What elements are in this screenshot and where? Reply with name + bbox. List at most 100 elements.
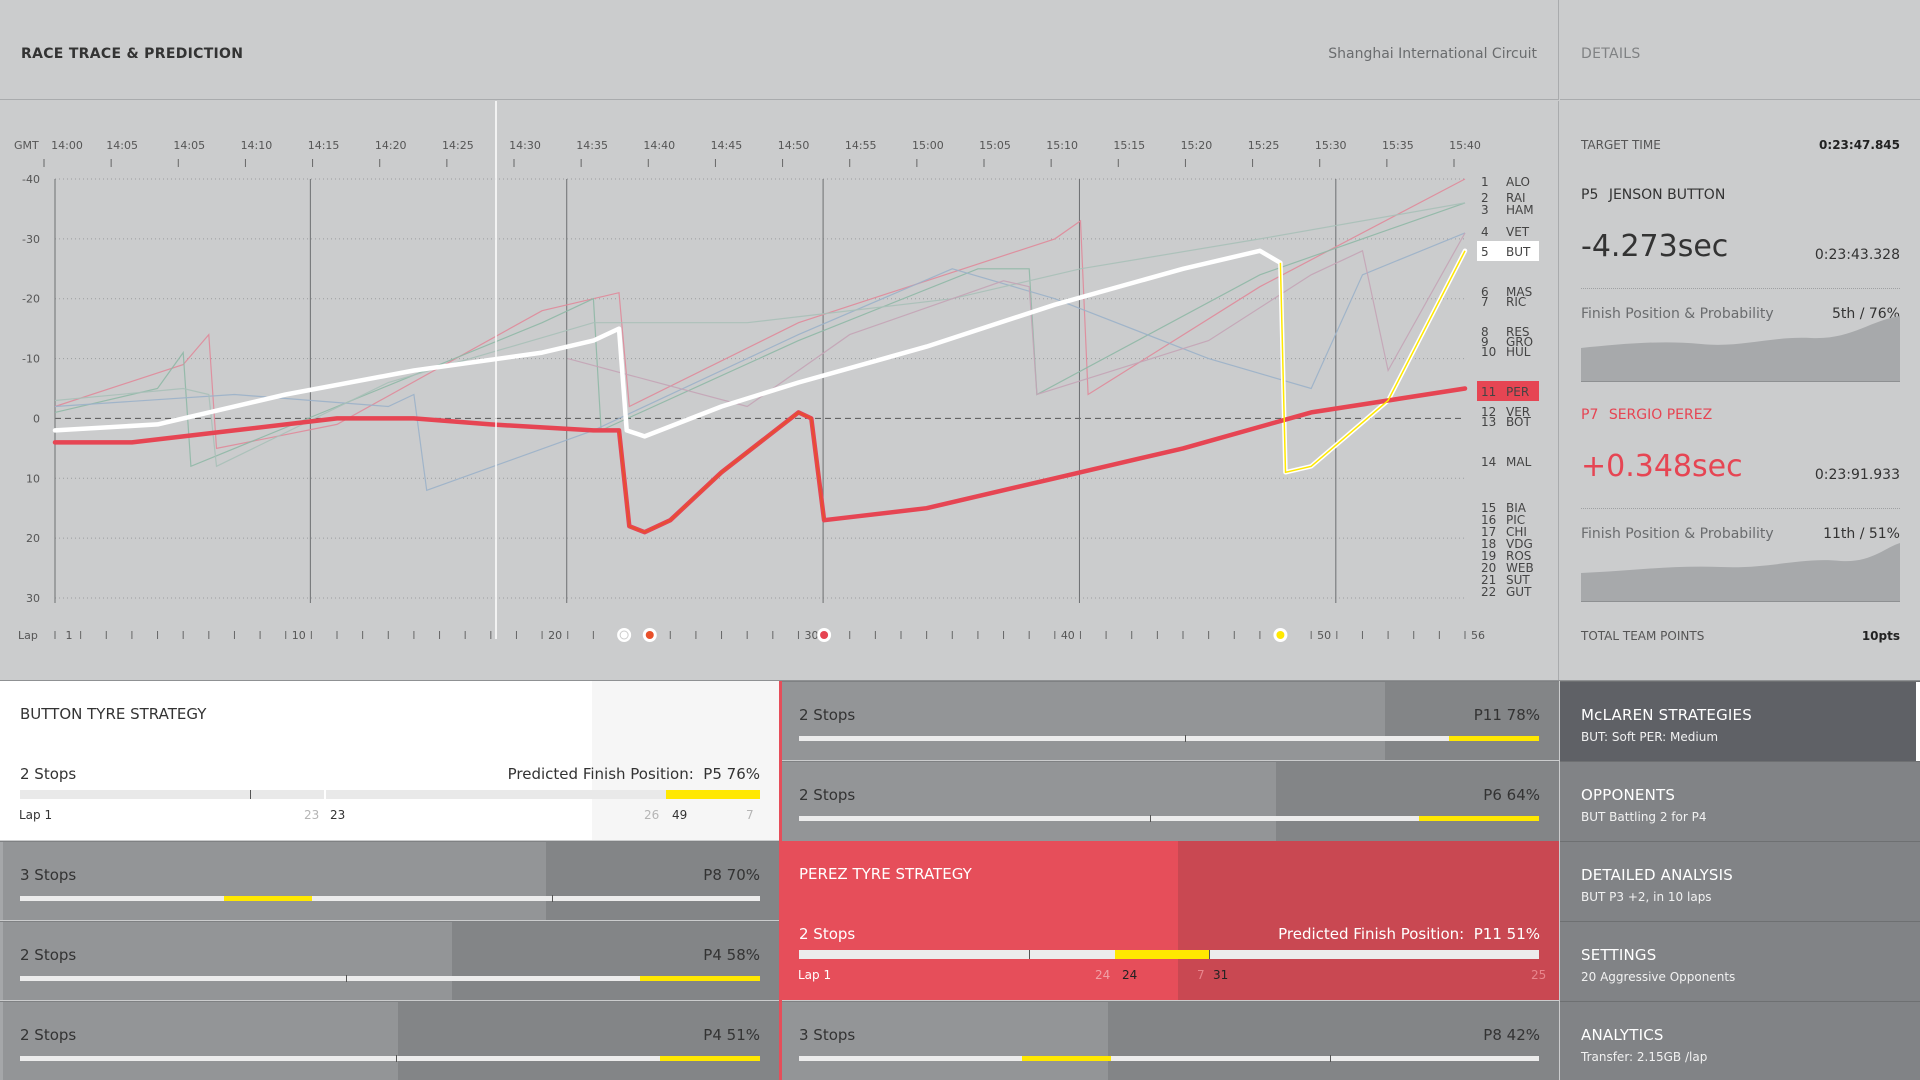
predicted-value: P5 76% (703, 765, 760, 783)
nav-subtitle: BUT P3 +2, in 10 laps (1581, 890, 1712, 904)
driver2-time: 0:23:91.933 (1814, 467, 1900, 483)
time-tick-label: 15:00 (912, 139, 944, 152)
legend-driver[interactable]: HAM (1506, 203, 1534, 217)
race-trace-chart[interactable]: -40 -30 -20 -10 0 10 20 30 GMT 14:00 14:05 14:05 14:… (0, 101, 1559, 680)
time-tick-label: 15:30 (1315, 139, 1347, 152)
legend-driver[interactable]: ALO (1506, 175, 1530, 189)
legend-driver[interactable]: GUT (1506, 585, 1532, 599)
pit-stop-marker-dot (619, 630, 629, 640)
strategy-option-right[interactable]: 2 Stops P11 78% (779, 681, 1559, 760)
legend-driver[interactable]: BUT (1506, 245, 1531, 259)
lap-tick-label: 1 (66, 629, 73, 642)
lap-tick-label: 50 (1317, 629, 1331, 642)
lap-axis-label: Lap (18, 629, 38, 642)
stint-marker: 25 (1531, 968, 1547, 982)
race-trace-svg[interactable]: -40 -30 -20 -10 0 10 20 30 GMT 14:00 14:05 14:05 14:… (0, 101, 1558, 680)
opponent-trace (54, 178, 1466, 450)
legend-position: 14 (1481, 455, 1496, 469)
time-tick-label: 15:15 (1113, 139, 1145, 152)
button-strategy-bar[interactable] (20, 790, 760, 799)
strategy-option-right[interactable]: 2 Stops P6 64% (779, 761, 1559, 841)
predicted-label: Predicted Finish Position: (1278, 925, 1465, 943)
stint-marker: 23 (330, 808, 346, 822)
legend-driver[interactable]: RIC (1506, 295, 1526, 309)
nav-title: DETAILED ANALYSIS (1581, 866, 1734, 884)
page-title: RACE TRACE & PREDICTION (21, 46, 244, 62)
y-tick-label: -10 (22, 353, 40, 366)
legend-driver[interactable]: PER (1506, 385, 1529, 399)
legend-position: 10 (1481, 345, 1496, 359)
nav-item-settings[interactable]: SETTINGS 20 Aggressive Opponents (1560, 921, 1920, 1001)
lap-tick-label: 40 (1061, 629, 1075, 642)
stint-marker: 7 (746, 808, 754, 822)
strategy-option-left[interactable]: 2 Stops P4 58% (0, 921, 779, 1000)
pit-stop-marker-dot (1276, 631, 1285, 639)
result-label: P4 58% (703, 946, 760, 964)
soft-tyre-segment (1449, 736, 1539, 741)
time-tick-label: 14:40 (643, 139, 675, 152)
stint-marker: 23 (304, 808, 320, 822)
strategy-option-left[interactable]: 2 Stops P4 51% (0, 1001, 779, 1080)
pit-stop-marker-dot (820, 631, 829, 639)
button-strategy-panel[interactable]: BUTTON TYRE STRATEGY 2 Stops Predicted F… (0, 681, 779, 840)
legend-position: 7 (1481, 295, 1489, 309)
nav-subtitle: BUT: Soft PER: Medium (1581, 730, 1719, 744)
y-tick-label: -40 (22, 173, 40, 186)
legend-position: 5 (1481, 245, 1489, 259)
stops-label: 2 Stops (20, 946, 77, 964)
result-label: P4 51% (703, 1026, 760, 1044)
driver1-time: 0:23:43.328 (1814, 247, 1900, 263)
team-points-label: TOTAL TEAM POINTS (1581, 629, 1705, 643)
divider (779, 681, 782, 1080)
perez-strategy-panel[interactable]: PEREZ TYRE STRATEGY 2 Stops Predicted Fi… (779, 841, 1559, 1000)
legend-driver[interactable]: MAL (1506, 455, 1532, 469)
nav-title: McLAREN STRATEGIES (1581, 706, 1752, 724)
strategy-bar (799, 815, 1539, 822)
driver1-heading[interactable]: P5 JENSON BUTTON (1581, 187, 1900, 203)
nav-item-detailed-analysis[interactable]: DETAILED ANALYSIS BUT P3 +2, in 10 laps (1560, 841, 1920, 921)
stint-marker: 24 (1095, 968, 1111, 982)
nav-subtitle: BUT Battling 2 for P4 (1581, 810, 1707, 824)
app-root: RACE TRACE & PREDICTION Shanghai Interna… (0, 0, 1920, 1080)
time-tick-label: 15:10 (1046, 139, 1078, 152)
perez-strategy-bar[interactable] (799, 950, 1539, 959)
opponent-trace (54, 232, 1466, 492)
legend-position: 11 (1481, 385, 1496, 399)
strategy-option-right[interactable]: 3 Stops P8 42% (779, 1001, 1559, 1080)
driver2-probability-chart (1581, 543, 1900, 602)
nav-title: OPPONENTS (1581, 786, 1676, 804)
lap-start-label: Lap 1 (798, 968, 832, 982)
stint-marker: 7 (1197, 968, 1205, 982)
legend-driver[interactable]: BOT (1506, 415, 1531, 429)
stops-label: 2 Stops (20, 1026, 77, 1044)
driver2-heading[interactable]: P7 SERGIO PEREZ (1581, 407, 1900, 423)
soft-tyre-segment (1022, 1056, 1111, 1061)
time-tick-label: 15:40 (1449, 139, 1481, 152)
y-tick-label: -20 (22, 293, 40, 306)
soft-tyre-segment (1419, 816, 1539, 821)
strategy-bar (799, 735, 1539, 742)
details-panel: TARGET TIME 0:23:47.845 P5 JENSON BUTTON… (1560, 101, 1920, 680)
driver1-probability-chart (1581, 316, 1900, 382)
button-stops: 2 Stops (20, 765, 77, 783)
strategy-option-left[interactable]: 3 Stops P8 70% (0, 841, 779, 920)
nav-item-mclaren-strategies[interactable]: McLAREN STRATEGIES BUT: Soft PER: Medium (1560, 681, 1920, 762)
nav-item-opponents[interactable]: OPPONENTS BUT Battling 2 for P4 (1560, 761, 1920, 841)
time-tick-label: 14:30 (509, 139, 541, 152)
stops-label: 3 Stops (799, 1026, 856, 1044)
legend-position: 1 (1481, 175, 1489, 189)
nav-item-analytics[interactable]: ANALYTICS Transfer: 2.15GB /lap (1560, 1001, 1920, 1080)
time-tick-label: 14:55 (845, 139, 877, 152)
driver1-pos: P5 (1581, 187, 1599, 203)
predicted-value: P11 51% (1473, 925, 1540, 943)
result-label: P6 64% (1483, 786, 1540, 804)
time-tick-label: 15:20 (1181, 139, 1213, 152)
time-tick-label: 14:25 (442, 139, 474, 152)
legend-driver[interactable]: HUL (1506, 345, 1531, 359)
trace-but[interactable] (52, 248, 1468, 475)
legend-position: 22 (1481, 585, 1496, 599)
trace-per[interactable] (52, 386, 1468, 535)
stint-marker: 24 (1122, 968, 1138, 982)
medium-stint-highlight (618, 411, 825, 534)
legend-driver[interactable]: VET (1506, 225, 1530, 239)
